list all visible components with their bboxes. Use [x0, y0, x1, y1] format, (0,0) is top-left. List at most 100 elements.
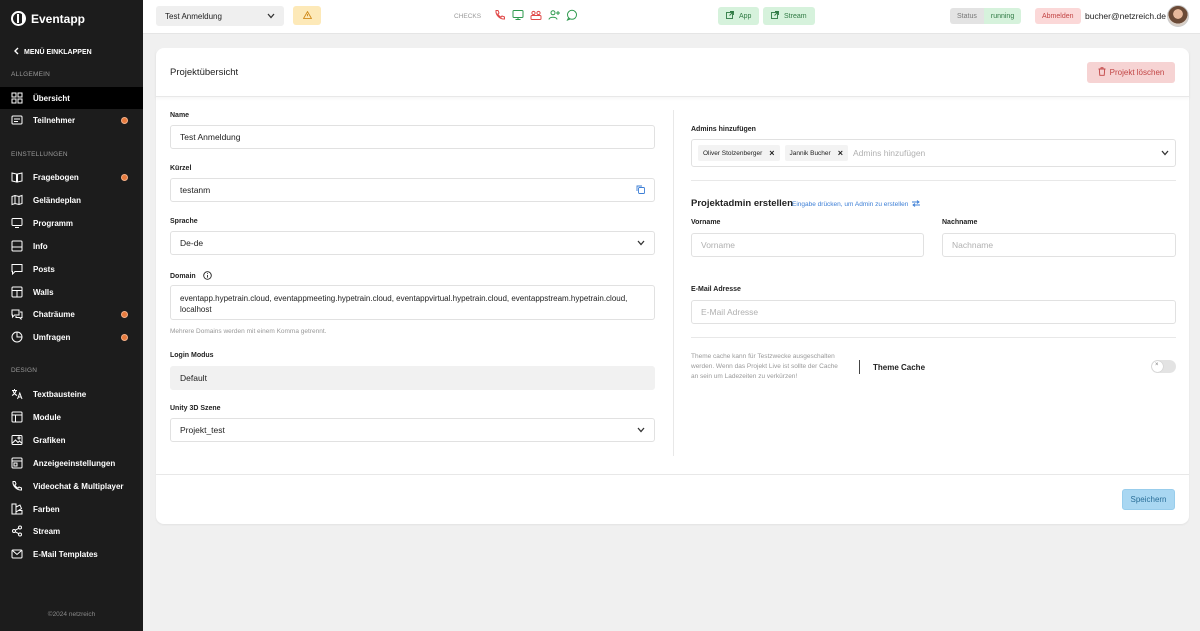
phone-icon: [11, 480, 23, 492]
info-icon[interactable]: [202, 271, 212, 282]
create-admin-hint-text: Eingabe drücken, um Admin zu erstellen: [792, 201, 909, 208]
theme-cache-hint: Theme cache kann für Testzwecke ausgesch…: [691, 353, 838, 380]
save-button[interactable]: Speichern: [1122, 489, 1175, 510]
admins-placeholder: Admins hinzufügen: [852, 148, 926, 158]
notification-badge: [121, 310, 128, 318]
admin-chip-label: Oliver Stolzenberger: [703, 149, 763, 157]
image-icon: [11, 434, 23, 446]
short-field[interactable]: testanm: [170, 178, 655, 202]
message-icon: [11, 263, 23, 275]
section-label-design: DESIGN: [11, 367, 38, 374]
sidebar-item-fragebogen[interactable]: Fragebogen: [0, 166, 143, 188]
phone-check-icon[interactable]: [493, 8, 506, 22]
chevron-down-icon: [267, 12, 275, 21]
sidebar-item-farben[interactable]: Farben: [0, 498, 143, 520]
checks-label: CHECKS: [454, 13, 482, 20]
trash-icon: [1098, 67, 1106, 78]
sidebar-item-label: Programm: [33, 218, 74, 228]
sidebar-item-label: Fragebogen: [33, 172, 79, 182]
sidebar-item-label: Geländeplan: [33, 195, 82, 205]
sidebar-item-label: Info: [33, 241, 48, 251]
project-select[interactable]: Test Anmeldung: [156, 6, 284, 26]
remove-admin-icon[interactable]: ×: [838, 148, 843, 158]
avatar[interactable]: [1167, 5, 1189, 27]
wall-icon: [11, 286, 23, 298]
user-add-check-icon[interactable]: [547, 8, 560, 22]
user-email: bucher@netzreich.de: [1085, 11, 1166, 21]
module-icon: [11, 411, 23, 423]
delete-project-button[interactable]: Projekt löschen: [1087, 62, 1175, 83]
chat-check-icon[interactable]: [565, 8, 578, 22]
notification-badge: [121, 116, 128, 124]
copyright: ©2024 netzreich: [47, 611, 96, 618]
status-value: running: [983, 8, 1022, 24]
external-link-icon: [771, 11, 779, 21]
sidebar-item-teilnehmer[interactable]: Teilnehmer: [0, 109, 143, 131]
group-check-icon[interactable]: [529, 8, 542, 22]
stream-button[interactable]: Stream: [763, 7, 815, 25]
remove-admin-icon[interactable]: ×: [769, 148, 774, 158]
sidebar-item-übersicht[interactable]: Übersicht: [0, 87, 143, 109]
theme-cache-toggle[interactable]: ×: [1151, 360, 1176, 373]
sidebar-item-label: Grafiken: [33, 435, 66, 445]
sidebar-item-chaträume[interactable]: Chaträume: [0, 303, 143, 325]
external-link-icon: [726, 11, 734, 21]
collapse-menu-label: MENÜ EINKLAPPEN: [24, 48, 92, 56]
grid-icon: [11, 92, 23, 104]
sidebar-item-label: Teilnehmer: [33, 115, 76, 125]
app-logo[interactable]: Eventapp: [11, 11, 85, 26]
domain-hint: Mehrere Domains werden mit einem Komma g…: [170, 328, 327, 335]
name-field[interactable]: Test Anmeldung: [170, 125, 655, 149]
chevron-down-icon: [637, 238, 645, 248]
domain-textarea[interactable]: eventapp.hypetrain.cloud, eventappmeetin…: [170, 285, 655, 320]
unity-scene-select[interactable]: Projekt_test: [170, 418, 655, 442]
page-title: Projektübersicht: [170, 67, 239, 78]
book-icon: [11, 171, 23, 183]
section-label-allgemein: ALLGEMEIN: [11, 71, 51, 78]
sidebar-item-info[interactable]: Info: [0, 235, 143, 257]
admins-label: Admins hinzufügen: [691, 126, 756, 133]
sidebar-item-label: Chaträume: [33, 309, 75, 319]
divider: [691, 180, 1176, 181]
login-mode-field[interactable]: Default: [170, 366, 655, 390]
domain-label: Domain: [170, 273, 196, 280]
theme-divider: [859, 360, 860, 374]
app-button[interactable]: App: [718, 7, 760, 25]
sidebar-item-walls[interactable]: Walls: [0, 281, 143, 303]
translate-icon: [11, 388, 23, 400]
sidebar-item-programm[interactable]: Programm: [0, 212, 143, 234]
sidebar-item-label: E-Mail Templates: [33, 549, 98, 559]
sidebar-item-e-mail-templates[interactable]: E-Mail Templates: [0, 543, 143, 565]
firstname-input[interactable]: Vorname: [691, 233, 924, 257]
sidebar-item-stream[interactable]: Stream: [0, 520, 143, 542]
sidebar-item-videochat-multiplayer[interactable]: Videochat & Multiplayer: [0, 475, 143, 497]
admins-multiselect[interactable]: Oliver Stolzenberger × Jannik Bucher × A…: [691, 139, 1176, 167]
theme-cache-label: Theme Cache: [873, 363, 926, 372]
lastname-input[interactable]: Nachname: [942, 233, 1176, 257]
sidebar-item-textbausteine[interactable]: Textbausteine: [0, 383, 143, 405]
notification-badge: [121, 173, 128, 181]
language-select[interactable]: De-de: [170, 231, 655, 255]
unity-scene-value: Projekt_test: [180, 425, 225, 435]
logout-button[interactable]: Abmelden: [1035, 8, 1081, 24]
sidebar-item-umfragen[interactable]: Umfragen: [0, 326, 143, 348]
status-badge: Status running: [950, 8, 1022, 24]
email-input[interactable]: E-Mail Adresse: [691, 300, 1176, 324]
monitor-check-icon[interactable]: [511, 8, 524, 22]
sidebar-item-anzeigeeinstellungen[interactable]: Anzeigeeinstellungen: [0, 452, 143, 474]
sidebar-item-geländeplan[interactable]: Geländeplan: [0, 189, 143, 211]
enter-icon: [911, 200, 921, 209]
sidebar-item-grafiken[interactable]: Grafiken: [0, 429, 143, 451]
copy-icon[interactable]: [636, 185, 645, 196]
sidebar-item-posts[interactable]: Posts: [0, 258, 143, 280]
sidebar-item-label: Posts: [33, 264, 55, 274]
sidebar-item-label: Anzeigeeinstellungen: [33, 458, 116, 468]
chevron-left-icon: [13, 47, 20, 57]
sidebar-item-module[interactable]: Module: [0, 406, 143, 428]
sidebar-item-label: Textbausteine: [33, 389, 87, 399]
language-label: Sprache: [170, 218, 198, 225]
short-label: Kürzel: [170, 165, 192, 172]
collapse-menu-button[interactable]: MENÜ EINKLAPPEN: [13, 47, 92, 57]
warning-button[interactable]: [293, 6, 321, 25]
admin-chip: Jannik Bucher ×: [784, 145, 848, 161]
